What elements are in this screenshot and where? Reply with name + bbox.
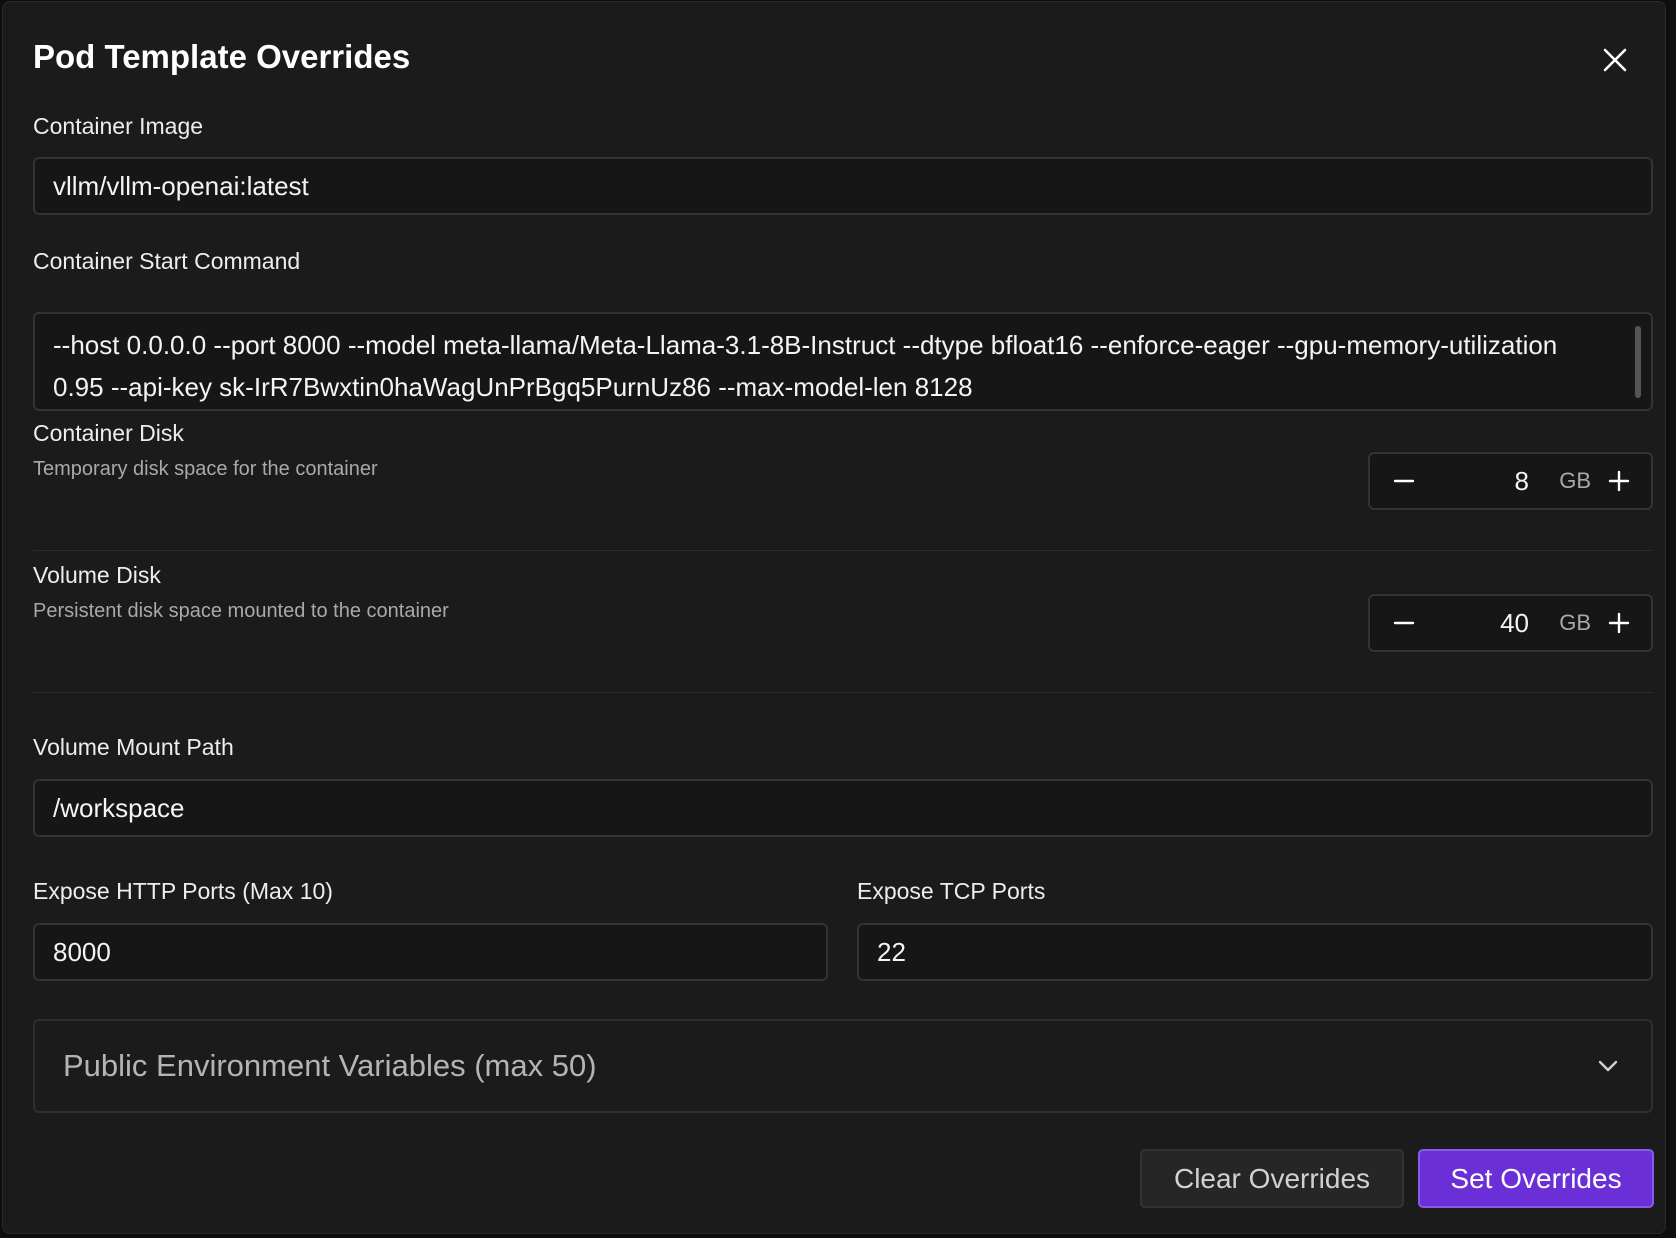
container-start-command-textarea[interactable]: --host 0.0.0.0 --port 8000 --model meta-… [33, 312, 1653, 411]
volume-disk-description: Persistent disk space mounted to the con… [33, 600, 449, 622]
tcp-ports-label: Expose TCP Ports [857, 878, 1046, 904]
divider [33, 550, 1653, 551]
divider [33, 692, 1653, 693]
container-start-command-label: Container Start Command [33, 248, 301, 274]
volume-disk-unit: GB [1559, 610, 1591, 635]
volume-mount-path-input[interactable] [33, 779, 1653, 837]
minus-icon [1393, 479, 1415, 483]
container-image-input[interactable] [33, 157, 1653, 215]
public-env-vars-accordion[interactable]: Public Environment Variables (max 50) [33, 1019, 1653, 1113]
volume-disk-stepper: 40 GB [1368, 594, 1653, 652]
pod-template-overrides-dialog: Pod Template Overrides Container Image C… [2, 1, 1666, 1234]
close-icon [1603, 48, 1627, 72]
container-disk-label: Container Disk [33, 420, 184, 446]
container-disk-value[interactable]: 8 [1515, 454, 1529, 508]
volume-mount-path-label: Volume Mount Path [33, 734, 234, 760]
public-env-vars-label: Public Environment Variables (max 50) [63, 1048, 597, 1083]
set-overrides-button[interactable]: Set Overrides [1418, 1149, 1654, 1208]
container-disk-stepper: 8 GB [1368, 452, 1653, 510]
http-ports-label: Expose HTTP Ports (Max 10) [33, 878, 333, 904]
container-disk-decrement-button[interactable] [1378, 454, 1430, 508]
close-button[interactable] [1597, 42, 1633, 78]
volume-disk-label: Volume Disk [33, 562, 161, 588]
volume-disk-value[interactable]: 40 [1500, 596, 1529, 650]
plus-icon [1608, 470, 1630, 492]
volume-disk-decrement-button[interactable] [1378, 596, 1430, 650]
container-image-label: Container Image [33, 113, 204, 139]
dialog-title: Pod Template Overrides [33, 38, 411, 75]
textarea-scrollbar[interactable] [1635, 326, 1641, 398]
volume-disk-increment-button[interactable] [1593, 596, 1645, 650]
container-disk-unit: GB [1559, 468, 1591, 493]
tcp-ports-input[interactable] [857, 923, 1653, 981]
plus-icon [1608, 612, 1630, 634]
container-disk-description: Temporary disk space for the container [33, 458, 378, 480]
clear-overrides-button[interactable]: Clear Overrides [1140, 1149, 1404, 1208]
minus-icon [1393, 621, 1415, 625]
container-disk-increment-button[interactable] [1593, 454, 1645, 508]
chevron-down-icon [1593, 1051, 1623, 1081]
start-command-text: --host 0.0.0.0 --port 8000 --model meta-… [53, 330, 1558, 402]
http-ports-input[interactable] [33, 923, 828, 981]
